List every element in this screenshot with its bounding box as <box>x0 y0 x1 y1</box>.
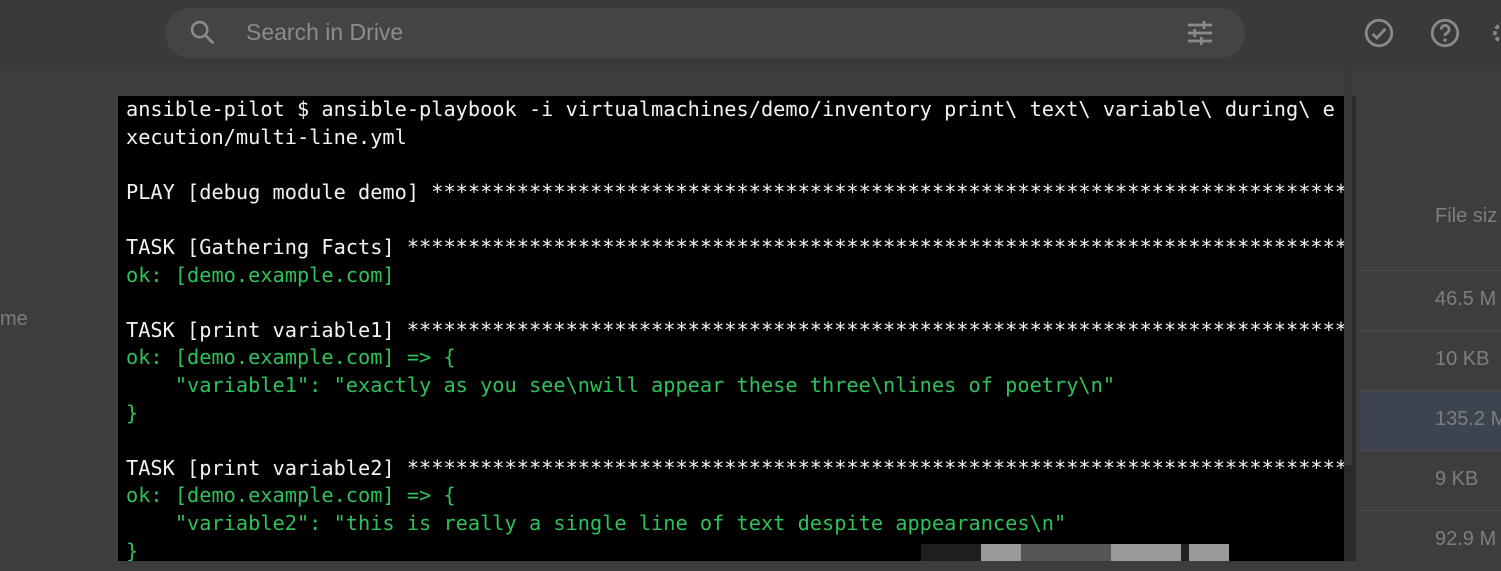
terminal-window: ansible-pilot $ ansible-playbook -i virt… <box>118 96 1356 561</box>
search-input[interactable]: Search in Drive <box>246 19 403 46</box>
video-thumbnail <box>921 544 1229 561</box>
tune-icon[interactable] <box>1184 17 1216 49</box>
settings-icon[interactable] <box>1488 16 1501 50</box>
terminal-line: TASK [Gathering Facts] *****************… <box>126 234 1356 259</box>
terminal-line: ok: [demo.example.com] => { <box>126 483 456 508</box>
terminal-scrollbar[interactable] <box>1344 0 1352 465</box>
file-row[interactable]: 10 KB <box>1360 330 1501 391</box>
terminal-line: TASK [print variable2] *****************… <box>126 455 1356 480</box>
terminal-line: } <box>126 400 139 425</box>
file-row[interactable]: 9 KB <box>1360 450 1501 511</box>
terminal-line: PLAY [debug module demo] ***************… <box>126 179 1356 204</box>
terminal-line: xecution/multi-line.yml <box>126 124 407 149</box>
file-name-fragment: me <box>0 308 28 330</box>
ready-for-offline-icon[interactable] <box>1362 16 1396 50</box>
file-row[interactable]: 92.9 M <box>1360 510 1501 571</box>
terminal-line: ok: [demo.example.com] <box>126 262 395 287</box>
file-size: 10 KB <box>1435 348 1490 370</box>
terminal-line: ok: [demo.example.com] => { <box>126 345 456 370</box>
terminal-line: "variable1": "exactly as you see\nwill a… <box>126 372 1116 397</box>
help-icon[interactable] <box>1428 16 1462 50</box>
file-row-selected[interactable]: 135.2 M <box>1360 390 1501 451</box>
file-size-column-header[interactable]: File siz <box>1435 205 1497 228</box>
file-size: 9 KB <box>1435 468 1479 490</box>
terminal-output: ansible-pilot $ ansible-playbook -i virt… <box>126 96 1356 561</box>
file-size: 46.5 M <box>1435 288 1497 310</box>
terminal-line: ansible-pilot $ ansible-playbook -i virt… <box>126 97 1335 121</box>
file-size: 135.2 M <box>1435 408 1501 430</box>
search-icon[interactable] <box>188 18 216 46</box>
terminal-line: "variable2": "this is really a single li… <box>126 510 1067 535</box>
file-row[interactable]: 46.5 M <box>1360 270 1501 331</box>
terminal-line: TASK [print variable1] *****************… <box>126 317 1356 342</box>
file-size: 92.9 M <box>1435 528 1497 550</box>
